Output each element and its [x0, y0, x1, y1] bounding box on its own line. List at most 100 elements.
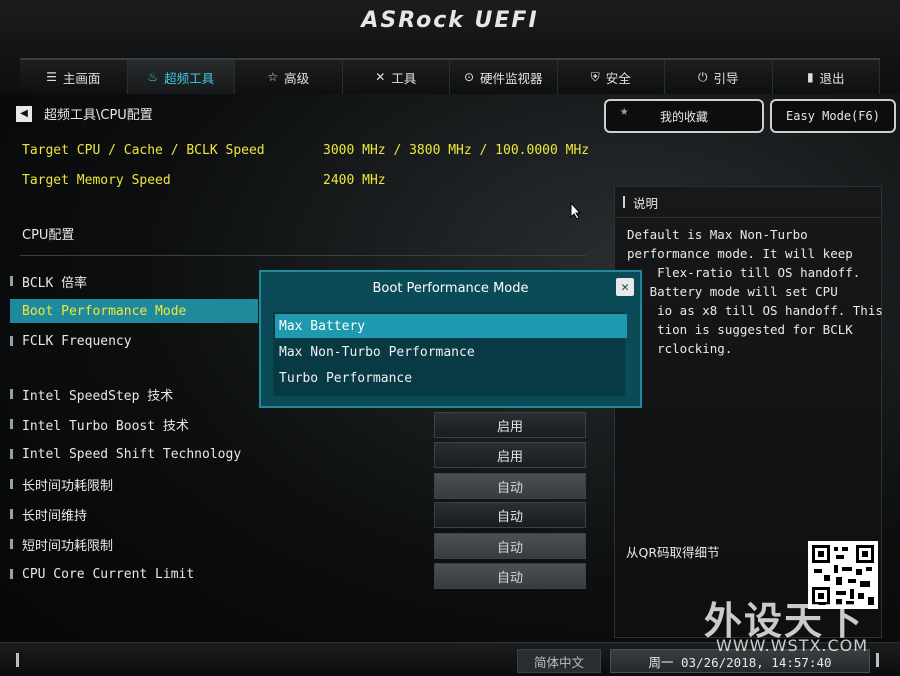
watermark-url: WWW.WSTX.COM	[716, 636, 869, 655]
item-marker	[10, 479, 13, 489]
door-icon: ▮	[806, 70, 814, 84]
breadcrumb-path: 超频工具\CPU配置	[44, 108, 153, 123]
setting-label: Boot Performance Mode	[22, 303, 187, 319]
main-tab-bar: ☰ 主画面 ♨ 超频工具 ☆ 高级 ✕ 工具 ⊙ 硬件监视器 ⛨ 安全 ⏻ 引导…	[20, 58, 880, 94]
item-marker	[10, 419, 13, 429]
tab-label: 主画面	[62, 70, 101, 86]
tab-exit[interactable]: ▮ 退出	[772, 60, 880, 94]
help-header: 说明	[615, 187, 881, 218]
tab-tools[interactable]: ✕ 工具	[342, 60, 450, 94]
setting-label: Intel Speed Shift Technology	[22, 446, 242, 462]
cpu-core-current-limit-value[interactable]: 自动	[434, 563, 586, 589]
speed-shift-value[interactable]: 启用	[434, 442, 586, 468]
star-icon: ☆	[267, 70, 279, 84]
item-marker	[10, 539, 13, 549]
turbo-boost-value[interactable]: 启用	[434, 412, 586, 438]
target-cpu-label: Target CPU / Cache / BCLK Speed	[22, 143, 265, 158]
help-line: tion is suggested for BCLK	[627, 322, 853, 337]
my-favorites-button[interactable]: ★ 我的收藏	[604, 99, 764, 133]
tab-security[interactable]: ⛨ 安全	[557, 60, 665, 94]
boot-performance-mode-dialog: Boot Performance Mode ✕ Max Battery Max …	[259, 270, 642, 408]
easy-mode-label: Easy Mode(F6)	[786, 109, 880, 123]
tab-label: 引导	[713, 70, 739, 86]
tab-oc-tweaker[interactable]: ♨ 超频工具	[127, 60, 235, 94]
option-list: Max Battery Max Non-Turbo Performance Tu…	[273, 312, 627, 396]
setting-label: Intel SpeedStep 技术	[22, 388, 174, 404]
help-line: performance mode. It will keep	[627, 246, 853, 261]
setting-long-duration-power-limit[interactable]: 长时间功耗限制	[10, 472, 258, 496]
tab-label: 硬件监视器	[480, 70, 543, 86]
bottom-left-marker	[16, 653, 19, 667]
setting-short-duration-power-limit[interactable]: 短时间功耗限制	[10, 532, 258, 556]
help-line: Flex-ratio till OS handoff.	[627, 265, 861, 280]
flame-icon: ♨	[147, 70, 159, 84]
tab-advanced[interactable]: ☆ 高级	[235, 60, 343, 94]
tab-label: 安全	[605, 70, 631, 86]
tab-label: 退出	[819, 70, 845, 86]
long-duration-maintained-value[interactable]: 自动	[434, 502, 586, 528]
setting-label: Intel Turbo Boost 技术	[22, 418, 189, 434]
setting-label: 长时间维持	[22, 508, 88, 524]
mouse-pointer-icon	[570, 201, 582, 224]
setting-cpu-core-current-limit[interactable]: CPU Core Current Limit	[10, 562, 258, 586]
favorites-label: 我的收藏	[659, 109, 708, 124]
bottom-right-marker	[876, 653, 879, 667]
section-divider	[20, 255, 586, 256]
wrench-icon: ✕	[375, 70, 386, 84]
tab-label: 工具	[391, 70, 417, 86]
list-icon: ☰	[46, 70, 57, 84]
long-duration-power-limit-value[interactable]: 自动	[434, 473, 586, 499]
target-cpu-value: 3000 MHz / 3800 MHz / 100.0000 MHz	[323, 143, 590, 158]
setting-label: FCLK Frequency	[22, 333, 132, 349]
tab-hw-monitor[interactable]: ⊙ 硬件监视器	[450, 60, 558, 94]
qr-code-label: 从QR码取得细节	[626, 545, 720, 560]
item-marker	[10, 449, 13, 459]
tab-main[interactable]: ☰ 主画面	[20, 60, 128, 94]
item-marker	[10, 336, 13, 346]
star-icon: ★	[620, 103, 629, 119]
dialog-title: Boot Performance Mode	[372, 280, 529, 296]
help-title: 说明	[633, 195, 659, 211]
short-duration-power-limit-value[interactable]: 自动	[434, 533, 586, 559]
option-max-battery[interactable]: Max Battery	[275, 314, 627, 338]
setting-label: 长时间功耗限制	[22, 478, 114, 494]
help-description: Default is Max Non-Turbo performance mod…	[627, 225, 883, 358]
setting-boot-performance-mode[interactable]: Boot Performance Mode	[10, 299, 258, 323]
tab-boot[interactable]: ⏻ 引导	[665, 60, 773, 94]
item-marker	[10, 569, 13, 579]
setting-bclk-ratio[interactable]: BCLK 倍率	[10, 269, 258, 293]
item-marker	[10, 509, 13, 519]
target-memory-label: Target Memory Speed	[22, 173, 171, 188]
setting-intel-speedstep[interactable]: Intel SpeedStep 技术	[10, 382, 258, 406]
setting-label: CPU Core Current Limit	[22, 566, 195, 582]
setting-long-duration-maintained[interactable]: 长时间维持	[10, 502, 258, 526]
help-line: Default is Max Non-Turbo	[627, 227, 808, 242]
setting-label: 短时间功耗限制	[22, 538, 114, 554]
help-line: Battery mode will set CPU	[627, 284, 838, 299]
close-icon[interactable]: ✕	[616, 278, 634, 296]
help-line: rclocking.	[627, 341, 733, 356]
option-max-non-turbo[interactable]: Max Non-Turbo Performance	[275, 340, 627, 364]
setting-label: BCLK 倍率	[22, 275, 88, 291]
easy-mode-button[interactable]: Easy Mode(F6)	[770, 99, 896, 133]
section-title: CPU配置	[22, 228, 75, 243]
help-marker	[623, 196, 625, 208]
language-button[interactable]: 简体中文	[517, 649, 601, 673]
help-line: io as x8 till OS handoff. This	[627, 303, 883, 318]
breadcrumb: ◀ 超频工具\CPU配置	[16, 104, 153, 123]
item-marker	[10, 306, 13, 316]
setting-intel-turbo-boost[interactable]: Intel Turbo Boost 技术	[10, 412, 258, 436]
power-icon: ⏻	[697, 69, 708, 84]
setting-speed-shift[interactable]: Intel Speed Shift Technology	[10, 442, 258, 466]
setting-fclk-frequency[interactable]: FCLK Frequency	[10, 329, 258, 353]
tab-label: 高级	[284, 70, 310, 86]
item-marker	[10, 389, 13, 399]
target-memory-value: 2400 MHz	[323, 173, 386, 188]
gauge-icon: ⊙	[463, 70, 475, 84]
item-marker	[10, 276, 13, 286]
back-arrow-icon[interactable]: ◀	[16, 105, 32, 122]
option-turbo-performance[interactable]: Turbo Performance	[275, 366, 627, 390]
asrock-uefi-logo: ASRock UEFI	[361, 8, 539, 33]
shield-icon: ⛨	[590, 69, 600, 84]
top-bar: ASRock UEFI ☰ 主画面 ♨ 超频工具 ☆ 高级 ✕ 工具 ⊙ 硬件监…	[0, 0, 900, 94]
